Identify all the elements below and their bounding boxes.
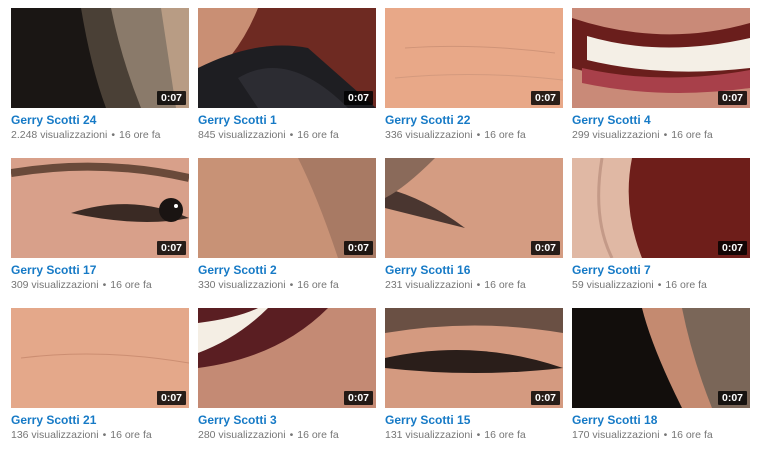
meta-separator: • (289, 279, 294, 291)
video-card[interactable]: 0:07 Gerry Scotti 2 330 visualizzazioni •… (198, 158, 376, 308)
video-card[interactable]: 0:07 Gerry Scotti 22 336 visualizzazioni… (385, 8, 563, 158)
video-title[interactable]: Gerry Scotti 18 (572, 413, 750, 427)
video-title[interactable]: Gerry Scotti 4 (572, 113, 750, 127)
meta-separator: • (663, 129, 668, 141)
upload-age: 16 ore fa (119, 129, 161, 141)
video-card[interactable]: 0:07 Gerry Scotti 1 845 visualizzazioni •… (198, 8, 376, 158)
duration-badge: 0:07 (530, 91, 560, 105)
duration-badge: 0:07 (343, 91, 373, 105)
duration-badge: 0:07 (717, 91, 747, 105)
video-thumbnail[interactable]: 0:07 (385, 308, 563, 408)
duration-badge: 0:07 (156, 241, 186, 255)
meta-separator: • (657, 279, 662, 291)
video-card[interactable]: 0:07 Gerry Scotti 17 309 visualizzazioni… (11, 158, 189, 308)
duration-badge: 0:07 (717, 391, 747, 405)
video-thumbnail[interactable]: 0:07 (572, 158, 750, 258)
video-title[interactable]: Gerry Scotti 16 (385, 263, 563, 277)
video-thumbnail[interactable]: 0:07 (11, 158, 189, 258)
video-title[interactable]: Gerry Scotti 22 (385, 113, 563, 127)
view-count: 309 visualizzazioni (11, 279, 99, 291)
upload-age: 16 ore fa (671, 129, 713, 141)
view-count: 59 visualizzazioni (572, 279, 654, 291)
duration-badge: 0:07 (343, 391, 373, 405)
duration-badge: 0:07 (530, 391, 560, 405)
duration-badge: 0:07 (343, 241, 373, 255)
meta-separator: • (102, 429, 107, 441)
upload-age: 16 ore fa (671, 429, 713, 441)
duration-badge: 0:07 (156, 391, 186, 405)
video-thumbnail[interactable]: 0:07 (198, 8, 376, 108)
video-thumbnail[interactable]: 0:07 (198, 158, 376, 258)
view-count: 2.248 visualizzazioni (11, 129, 108, 141)
meta-separator: • (102, 279, 107, 291)
video-meta: 2.248 visualizzazioni • 16 ore fa (11, 128, 189, 142)
view-count: 280 visualizzazioni (198, 429, 286, 441)
video-meta: 131 visualizzazioni • 16 ore fa (385, 428, 563, 442)
video-title[interactable]: Gerry Scotti 7 (572, 263, 750, 277)
upload-age: 16 ore fa (484, 129, 526, 141)
video-title[interactable]: Gerry Scotti 15 (385, 413, 563, 427)
video-meta: 299 visualizzazioni • 16 ore fa (572, 128, 750, 142)
video-thumbnail[interactable]: 0:07 (198, 308, 376, 408)
video-thumbnail[interactable]: 0:07 (385, 158, 563, 258)
view-count: 131 visualizzazioni (385, 429, 473, 441)
upload-age: 16 ore fa (297, 129, 339, 141)
meta-separator: • (663, 429, 668, 441)
view-count: 231 visualizzazioni (385, 279, 473, 291)
upload-age: 16 ore fa (110, 279, 152, 291)
duration-badge: 0:07 (717, 241, 747, 255)
view-count: 136 visualizzazioni (11, 429, 99, 441)
meta-separator: • (289, 129, 294, 141)
duration-badge: 0:07 (156, 91, 186, 105)
meta-separator: • (476, 279, 481, 291)
view-count: 845 visualizzazioni (198, 129, 286, 141)
video-card[interactable]: 0:07 Gerry Scotti 16 231 visualizzazioni… (385, 158, 563, 308)
video-meta: 845 visualizzazioni • 16 ore fa (198, 128, 376, 142)
upload-age: 16 ore fa (484, 429, 526, 441)
meta-separator: • (476, 129, 481, 141)
video-card[interactable]: 0:07 Gerry Scotti 3 280 visualizzazioni •… (198, 308, 376, 458)
meta-separator: • (111, 129, 115, 141)
video-card[interactable]: 0:07 Gerry Scotti 7 59 visualizzazioni • 1… (572, 158, 750, 308)
video-meta: 330 visualizzazioni • 16 ore fa (198, 278, 376, 292)
video-meta: 170 visualizzazioni • 16 ore fa (572, 428, 750, 442)
video-meta: 309 visualizzazioni • 16 ore fa (11, 278, 189, 292)
video-thumbnail[interactable]: 0:07 (572, 8, 750, 108)
view-count: 330 visualizzazioni (198, 279, 286, 291)
video-card[interactable]: 0:07 Gerry Scotti 4 299 visualizzazioni •… (572, 8, 750, 158)
upload-age: 16 ore fa (110, 429, 152, 441)
meta-separator: • (476, 429, 481, 441)
video-meta: 136 visualizzazioni • 16 ore fa (11, 428, 189, 442)
upload-age: 16 ore fa (665, 279, 707, 291)
video-meta: 280 visualizzazioni • 16 ore fa (198, 428, 376, 442)
video-thumbnail[interactable]: 0:07 (572, 308, 750, 408)
meta-separator: • (289, 429, 294, 441)
view-count: 170 visualizzazioni (572, 429, 660, 441)
video-meta: 336 visualizzazioni • 16 ore fa (385, 128, 563, 142)
video-title[interactable]: Gerry Scotti 21 (11, 413, 189, 427)
video-card[interactable]: 0:07 Gerry Scotti 15 131 visualizzazioni… (385, 308, 563, 458)
video-title[interactable]: Gerry Scotti 1 (198, 113, 376, 127)
video-grid: 0:07 Gerry Scotti 24 2.248 visualizzazio… (11, 8, 750, 458)
upload-age: 16 ore fa (484, 279, 526, 291)
view-count: 336 visualizzazioni (385, 129, 473, 141)
video-title[interactable]: Gerry Scotti 3 (198, 413, 376, 427)
video-meta: 231 visualizzazioni • 16 ore fa (385, 278, 563, 292)
video-card[interactable]: 0:07 Gerry Scotti 21 136 visualizzazioni… (11, 308, 189, 458)
video-thumbnail[interactable]: 0:07 (11, 308, 189, 408)
video-thumbnail[interactable]: 0:07 (385, 8, 563, 108)
video-card[interactable]: 0:07 Gerry Scotti 24 2.248 visualizzazio… (11, 8, 189, 158)
video-card[interactable]: 0:07 Gerry Scotti 18 170 visualizzazioni… (572, 308, 750, 458)
video-title[interactable]: Gerry Scotti 24 (11, 113, 189, 127)
video-meta: 59 visualizzazioni • 16 ore fa (572, 278, 750, 292)
duration-badge: 0:07 (530, 241, 560, 255)
view-count: 299 visualizzazioni (572, 129, 660, 141)
upload-age: 16 ore fa (297, 429, 339, 441)
upload-age: 16 ore fa (297, 279, 339, 291)
video-thumbnail[interactable]: 0:07 (11, 8, 189, 108)
video-title[interactable]: Gerry Scotti 2 (198, 263, 376, 277)
video-title[interactable]: Gerry Scotti 17 (11, 263, 189, 277)
